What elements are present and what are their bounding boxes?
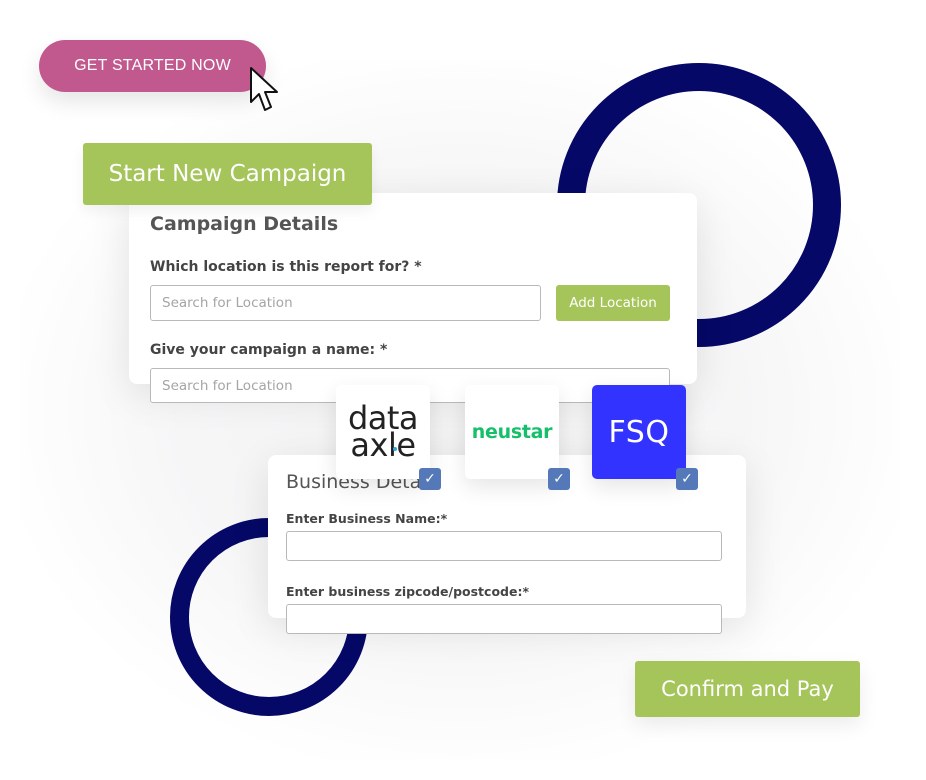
data-axle-logo-line2: axle [350,426,416,464]
data-axle-logo-dot [392,447,397,451]
get-started-button[interactable]: GET STARTED NOW [39,40,266,92]
add-location-button[interactable]: Add Location [556,285,670,321]
zipcode-label: Enter business zipcode/postcode:* [286,584,529,599]
campaign-name-label: Give your campaign a name: * [150,342,388,358]
data-axle-checkbox[interactable]: ✓ [419,468,441,490]
business-details-card: Business Deta Enter Business Name:* Ente… [268,455,746,618]
check-icon: ✓ [681,471,693,487]
neustar-checkbox[interactable]: ✓ [548,468,570,490]
provider-tile-neustar[interactable]: neustar [465,385,559,479]
mouse-pointer-icon [250,67,278,111]
data-axle-logo: data axle [348,402,419,464]
confirm-and-pay-button[interactable]: Confirm and Pay [635,661,860,717]
check-icon: ✓ [424,471,436,487]
fsq-logo: FSQ [608,414,670,450]
start-new-campaign-button[interactable]: Start New Campaign [83,143,372,205]
business-name-label: Enter Business Name:* [286,511,448,526]
location-label: Which location is this report for? * [150,259,422,275]
provider-tile-data-axle[interactable]: data axle [336,385,430,479]
location-search-input[interactable]: Search for Location [150,285,541,321]
campaign-details-title: Campaign Details [150,213,339,235]
business-name-input[interactable] [286,531,722,561]
check-icon: ✓ [553,471,565,487]
neustar-logo: neustar [471,421,553,443]
zipcode-input[interactable] [286,604,722,634]
fsq-checkbox[interactable]: ✓ [676,468,698,490]
provider-tile-fsq[interactable]: FSQ [592,385,686,479]
campaign-details-card: Campaign Details Which location is this … [129,193,697,384]
